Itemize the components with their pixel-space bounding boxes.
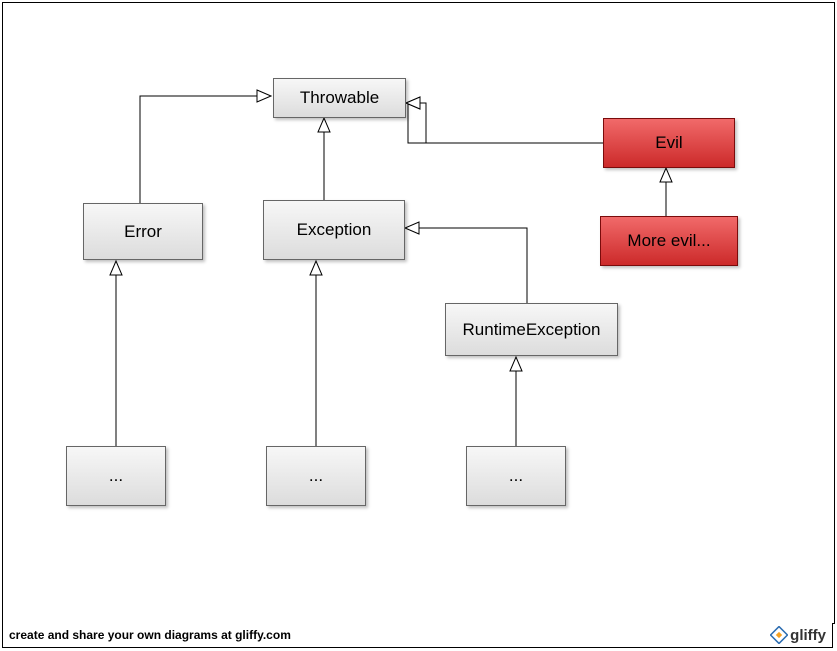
gliffy-brand-text: gliffy: [790, 627, 826, 644]
node-exception-ellipsis: ...: [266, 446, 366, 506]
node-label: Exception: [297, 220, 372, 240]
connectors-layer: [3, 3, 834, 623]
node-more-evil: More evil...: [600, 216, 738, 266]
node-runtimeexception: RuntimeException: [445, 303, 618, 356]
node-label: Error: [124, 222, 162, 242]
gliffy-icon: [770, 626, 788, 644]
connector-evil-throwable: [3, 3, 834, 623]
node-exception: Exception: [263, 200, 405, 260]
node-label: Throwable: [300, 88, 379, 108]
node-label: ...: [109, 466, 123, 486]
node-label: RuntimeException: [463, 320, 601, 340]
node-runtime-ellipsis: ...: [466, 446, 566, 506]
diagram-canvas: Throwable Error Exception RuntimeExcepti…: [2, 2, 835, 624]
node-label: Evil: [655, 133, 682, 153]
diagram-frame: Throwable Error Exception RuntimeExcepti…: [0, 0, 837, 651]
node-evil: Evil: [603, 118, 735, 168]
gliffy-logo[interactable]: gliffy: [770, 626, 826, 644]
node-label: More evil...: [627, 231, 710, 251]
footer-bar: create and share your own diagrams at gl…: [2, 623, 833, 648]
node-label: ...: [309, 466, 323, 486]
node-error: Error: [83, 203, 203, 260]
node-label: ...: [509, 466, 523, 486]
footer-text: create and share your own diagrams at gl…: [9, 628, 291, 642]
node-throwable: Throwable: [273, 78, 406, 118]
node-error-ellipsis: ...: [66, 446, 166, 506]
